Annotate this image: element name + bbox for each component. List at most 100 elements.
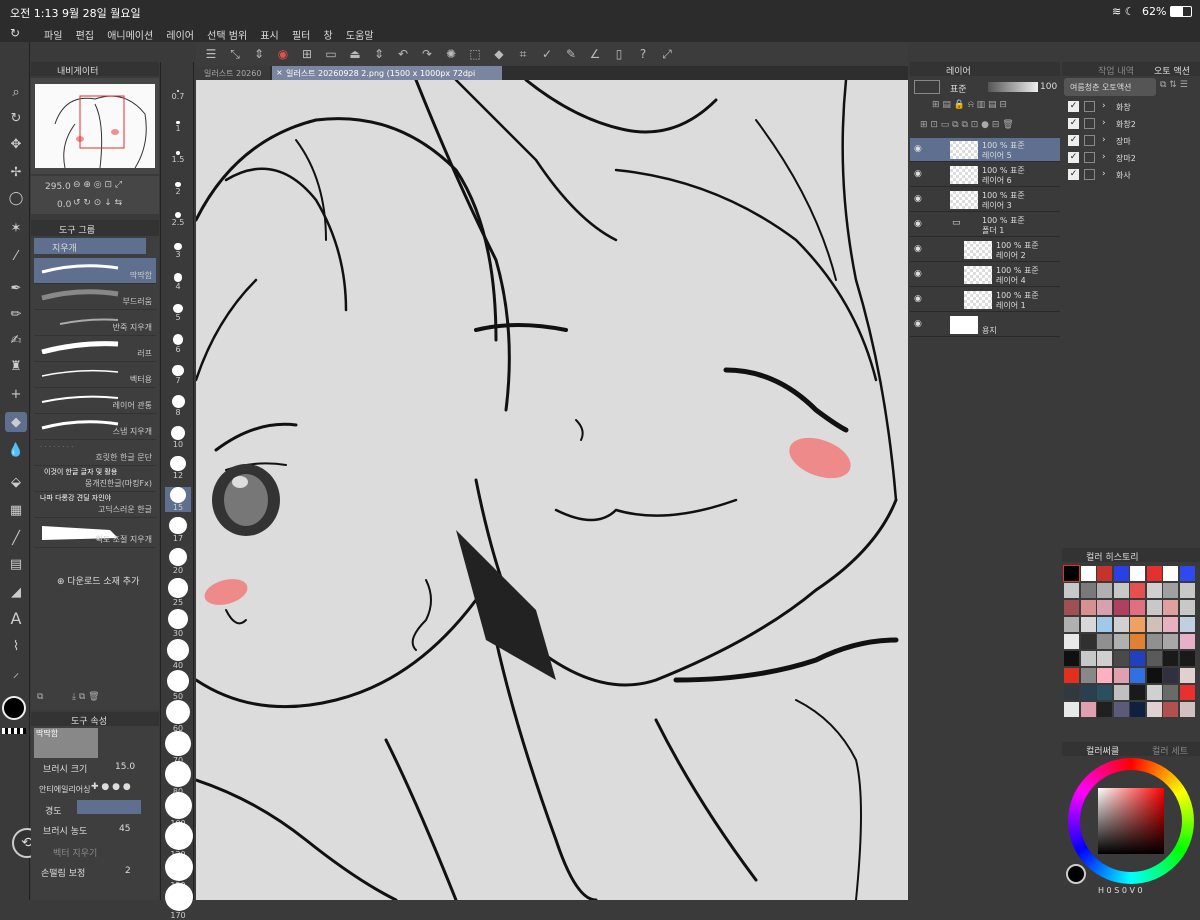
visibility-eye-icon[interactable]: ◉ <box>914 219 922 229</box>
checkbox-empty-icon[interactable] <box>1084 135 1095 146</box>
crop-icon[interactable]: ⌗ <box>514 45 532 63</box>
menu-animation[interactable]: 애니메이션 <box>107 27 153 42</box>
color-swatch[interactable] <box>1179 668 1195 683</box>
rotate-buttons[interactable]: ↺ ↻ ⊙ ↓ ⇆ <box>73 198 122 208</box>
color-swatch[interactable] <box>1064 617 1079 632</box>
color-swatch[interactable] <box>1146 583 1162 598</box>
current-color-swatch[interactable] <box>1066 864 1086 884</box>
stabilizer-value[interactable]: 2 <box>125 866 131 876</box>
color-swatch[interactable] <box>1130 617 1145 632</box>
tab-color-wheel[interactable]: 컬러써클 <box>1086 744 1119 757</box>
device-icon[interactable]: ▯ <box>610 45 628 63</box>
color-swatch[interactable] <box>1163 617 1178 632</box>
brush-item[interactable]: 나파 다롱강 견딜 자인야 고딕스러운 한글 <box>34 492 156 518</box>
checkbox-icon[interactable]: ✓ <box>1068 118 1079 129</box>
color-swatch[interactable] <box>1113 651 1129 666</box>
visibility-eye-icon[interactable]: ◉ <box>914 144 922 154</box>
brush-size-option[interactable]: 7 <box>165 364 191 385</box>
layer-row[interactable]: ◉ 용지 <box>910 313 1060 337</box>
brush-item[interactable]: 이것이 한글 글자 및 활용 몽개진한글(마킹Fx) <box>34 466 156 492</box>
color-swatch[interactable] <box>1080 651 1096 666</box>
airbrush-icon[interactable]: ♜ <box>5 356 27 376</box>
layer-row[interactable]: ◉ 100 % 표준 레이어 4 <box>910 263 1060 287</box>
brush-size-option[interactable]: 1.5 <box>165 151 191 164</box>
brush-size-option[interactable]: 17 <box>165 517 191 543</box>
expand-icon[interactable]: ⤢ <box>658 45 676 63</box>
arrows-updown-icon[interactable]: ⇕ <box>250 45 268 63</box>
lasso-icon[interactable]: ◯ <box>5 188 27 208</box>
download-material-button[interactable]: ⊕ 다운로드 소재 추가 <box>57 574 139 587</box>
tab-color-set[interactable]: 컬러 세트 <box>1152 744 1188 757</box>
tab-1[interactable]: 일러스트 20260 <box>196 66 270 80</box>
color-swatch[interactable] <box>1080 583 1096 598</box>
line-icon[interactable]: ∠ <box>586 45 604 63</box>
checkbox-icon[interactable]: ✓ <box>1068 169 1079 180</box>
visibility-eye-icon[interactable]: ◉ <box>914 169 922 179</box>
menu-edit[interactable]: 편집 <box>76 27 94 42</box>
tab-auto-action[interactable]: 오토 액션 <box>1154 64 1190 77</box>
help-icon[interactable]: ? <box>634 45 652 63</box>
brush-item[interactable]: 레이어 관통 <box>34 388 156 414</box>
visibility-eye-icon[interactable]: ◉ <box>914 294 922 304</box>
auto-action-item[interactable]: ✓ › 장마2 <box>1066 151 1196 167</box>
navigator-thumbnail[interactable] <box>35 84 155 169</box>
visibility-eye-icon[interactable]: ◉ <box>914 319 922 329</box>
color-swatch[interactable] <box>1179 617 1195 632</box>
brush-size-option[interactable]: 170 <box>165 883 193 920</box>
eraser-icon[interactable]: ◆ <box>5 412 27 432</box>
new-file-icon[interactable]: ⊞ <box>298 45 316 63</box>
pencil-icon[interactable]: ✏ <box>5 304 27 324</box>
color-swatch[interactable] <box>1097 600 1112 615</box>
brush-item[interactable]: 반죽 지우개 <box>34 310 156 336</box>
opacity-slider[interactable] <box>988 82 1038 92</box>
color-swatch[interactable] <box>1179 634 1195 649</box>
rotate-icon[interactable]: ↻ <box>5 108 27 128</box>
menu-selection[interactable]: 선택 범위 <box>207 27 247 42</box>
color-swatch[interactable] <box>1113 685 1129 700</box>
auto-action-set-select[interactable]: 여름청춘 오토액션 <box>1064 78 1156 96</box>
blend-mode-select[interactable]: 표준 <box>950 82 967 95</box>
menu-filter[interactable]: 필터 <box>292 27 310 42</box>
brush-size-option[interactable]: 60 <box>165 700 191 733</box>
color-swatch[interactable] <box>1146 685 1162 700</box>
visibility-eye-icon[interactable]: ◉ <box>914 244 922 254</box>
menu-help[interactable]: 도움말 <box>346 27 374 42</box>
fill-bucket-icon[interactable]: ⬙ <box>5 472 27 492</box>
auto-action-menu-icons[interactable]: ⧉ ⇅ ☰ <box>1160 80 1188 90</box>
brush-size-option[interactable]: 70 <box>165 730 191 765</box>
color-swatch[interactable] <box>1130 651 1145 666</box>
main-color-swatch[interactable] <box>2 696 26 720</box>
redo-icon[interactable]: ↷ <box>418 45 436 63</box>
color-swatch[interactable] <box>1130 566 1145 581</box>
color-swatch[interactable] <box>1064 702 1079 717</box>
color-swatch[interactable] <box>1097 583 1112 598</box>
color-swatch[interactable] <box>1113 702 1129 717</box>
brush-item[interactable]: 스냅 지우개 <box>34 414 156 440</box>
color-swatch[interactable] <box>1097 634 1112 649</box>
brush-size-option[interactable]: 0.7 <box>165 90 191 101</box>
color-swatch[interactable] <box>1130 600 1145 615</box>
brush-size-option[interactable]: 25 <box>165 578 191 607</box>
saturation-value-square[interactable] <box>1098 788 1164 854</box>
color-swatch[interactable] <box>1097 668 1112 683</box>
color-swatch[interactable] <box>1064 668 1079 683</box>
brush-size-option[interactable]: 30 <box>165 608 191 638</box>
antialias-options[interactable]: ✚ ● ● ● <box>91 782 131 792</box>
subtool-current-tab[interactable]: 지우개 <box>34 238 146 254</box>
color-swatch[interactable] <box>1080 685 1096 700</box>
eyedropper-icon[interactable]: ⁄ <box>5 246 27 266</box>
zoom-buttons[interactable]: ⊖ ⊕ ◎ ⊡ ⤢ <box>73 180 122 190</box>
frame-icon[interactable]: ▤ <box>5 554 27 574</box>
transform-icon[interactable]: ⤡ <box>226 45 244 63</box>
color-swatch[interactable] <box>1146 651 1162 666</box>
brush-item[interactable]: 딱딱함 <box>34 258 156 284</box>
layer-action-icons[interactable]: ⊞ ⊡ ▭ ⧉ ⧉ ⊡ ● ⊟ 🗑 <box>920 120 1014 130</box>
save-icon[interactable]: ⏏ <box>346 45 364 63</box>
brush-item[interactable]: 획도 조절 지우개 <box>34 518 156 548</box>
color-swatch[interactable] <box>1130 685 1145 700</box>
decoration-icon[interactable]: + <box>5 384 27 404</box>
brush-size-option[interactable]: 5 <box>165 303 191 322</box>
brush-size-option[interactable]: 50 <box>165 669 191 701</box>
layer-row[interactable]: ◉ 100 % 표준 레이어 3 <box>910 188 1060 212</box>
open-folder-icon[interactable]: ▭ <box>322 45 340 63</box>
